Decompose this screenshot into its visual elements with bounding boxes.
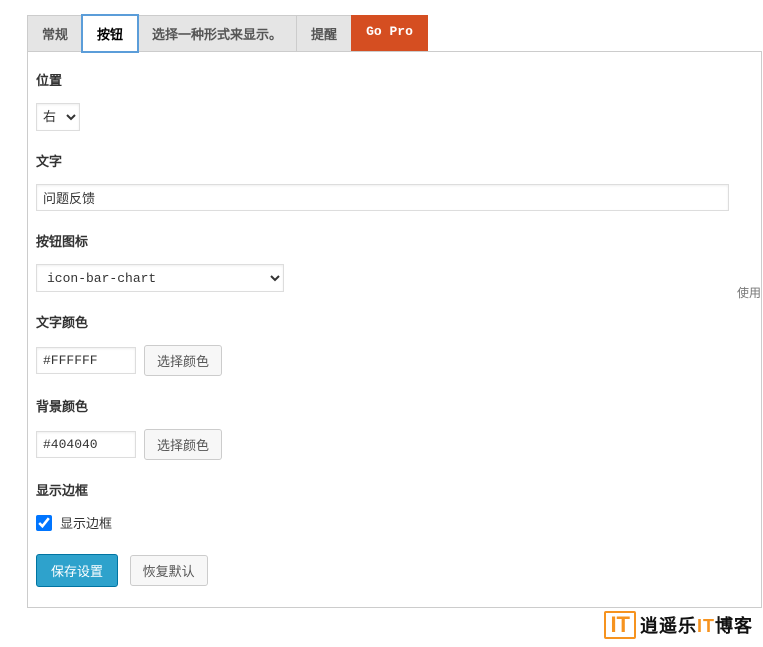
- bg-color-label: 背景颜色: [36, 396, 753, 415]
- text-color-picker-button[interactable]: 选择颜色: [144, 345, 222, 376]
- reset-button[interactable]: 恢复默认: [130, 555, 208, 586]
- text-color-input[interactable]: [36, 347, 136, 374]
- bg-color-input[interactable]: [36, 431, 136, 458]
- icon-label: 按钮图标: [36, 231, 753, 250]
- border-checkbox[interactable]: [36, 515, 52, 531]
- bg-color-picker-button[interactable]: 选择颜色: [144, 429, 222, 460]
- text-group: 文字: [36, 151, 753, 211]
- border-checkbox-label: 显示边框: [60, 513, 112, 532]
- action-row: 保存设置 恢复默认: [36, 554, 753, 587]
- save-button[interactable]: 保存设置: [36, 554, 118, 587]
- text-label: 文字: [36, 151, 753, 170]
- tab-display-form[interactable]: 选择一种形式来显示。: [137, 15, 297, 52]
- icon-hint: 使用: [737, 284, 761, 301]
- bg-color-group: 背景颜色 选择颜色: [36, 396, 753, 460]
- watermark-logo-icon: IT: [604, 611, 636, 639]
- icon-group: 按钮图标 icon-bar-chart 使用: [36, 231, 753, 292]
- watermark: IT 逍遥乐IT博客: [604, 611, 753, 639]
- text-color-group: 文字颜色 选择颜色: [36, 312, 753, 376]
- border-label: 显示边框: [36, 480, 753, 499]
- watermark-text: 逍遥乐IT博客: [640, 612, 753, 638]
- border-group: 显示边框 显示边框: [36, 480, 753, 532]
- text-color-label: 文字颜色: [36, 312, 753, 331]
- icon-select[interactable]: icon-bar-chart: [36, 264, 284, 292]
- tab-go-pro[interactable]: Go Pro: [351, 15, 428, 52]
- position-label: 位置: [36, 70, 753, 89]
- tab-normal[interactable]: 常规: [27, 15, 83, 52]
- tab-button[interactable]: 按钮: [82, 15, 138, 52]
- position-group: 位置 右: [36, 70, 753, 131]
- text-input[interactable]: [36, 184, 729, 211]
- tab-remind[interactable]: 提醒: [296, 15, 352, 52]
- position-select[interactable]: 右: [36, 103, 80, 131]
- tab-bar: 常规 按钮 选择一种形式来显示。 提醒 Go Pro: [0, 0, 763, 52]
- settings-panel: 位置 右 文字 按钮图标 icon-bar-chart 使用 文字颜色 选择颜色…: [27, 51, 762, 608]
